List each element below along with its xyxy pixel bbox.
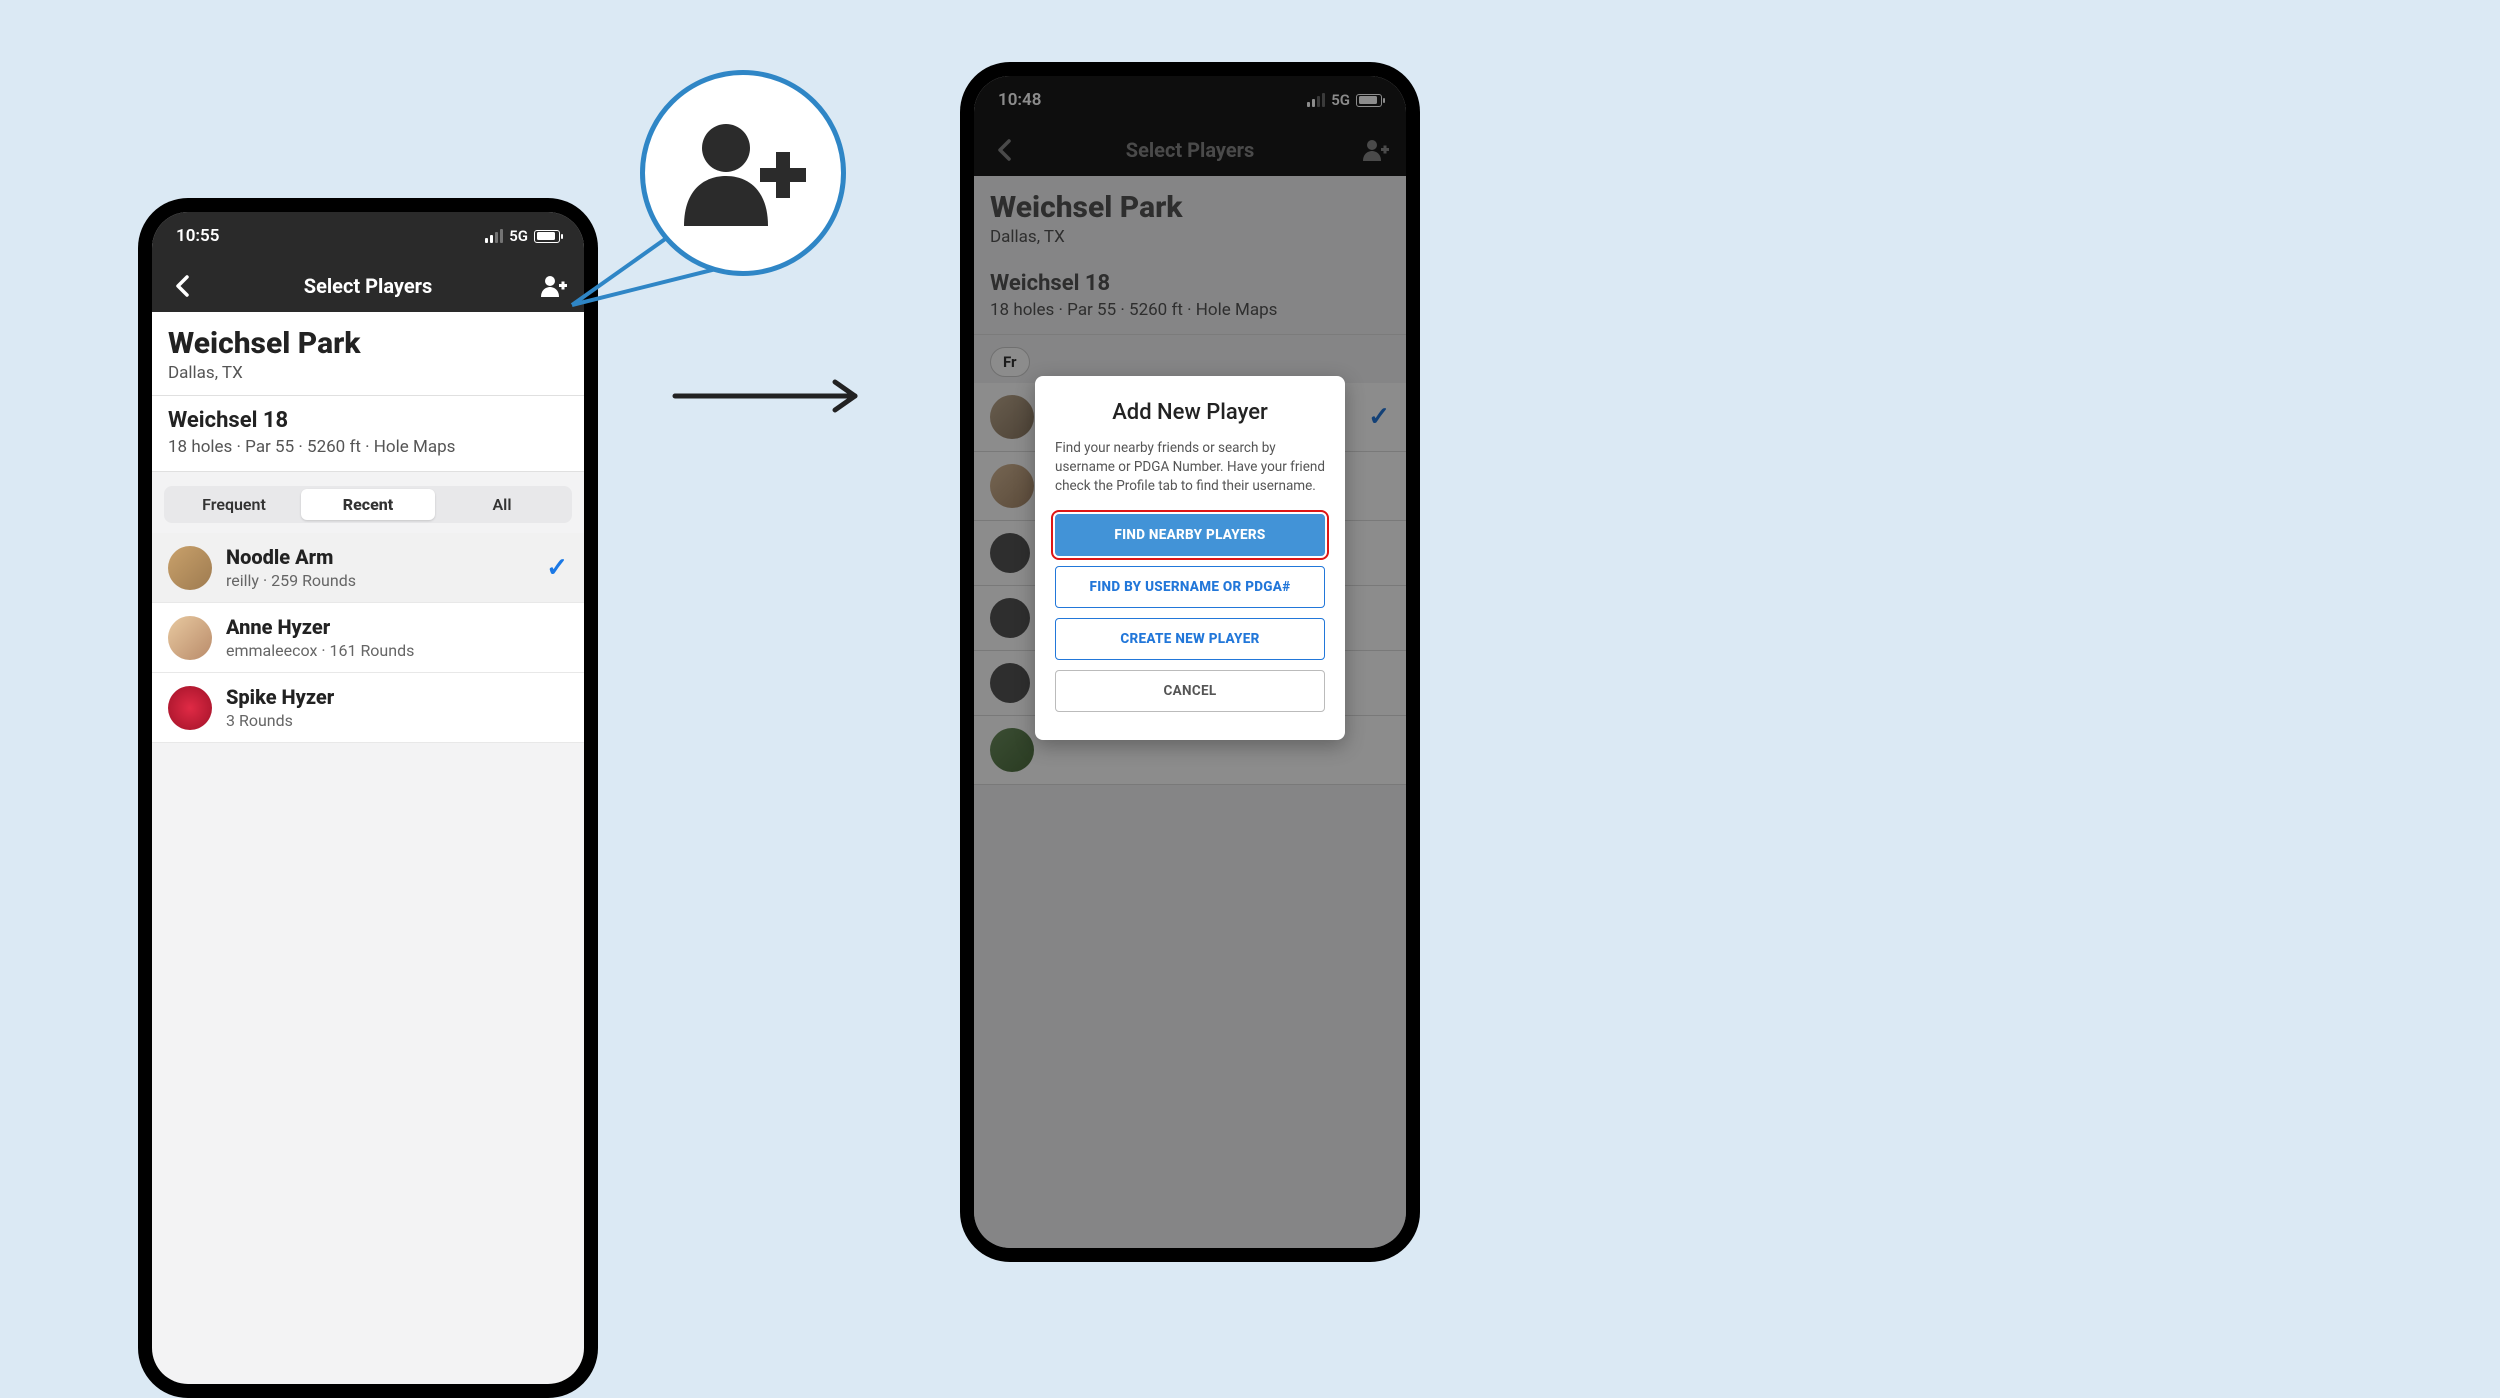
person-add-icon [678,118,808,228]
tab-all[interactable]: All [435,489,569,520]
status-net: 5G [509,227,528,245]
course-block: Weichsel Park Dallas, TX [152,312,584,396]
layout-name: Weichsel 18 [168,408,568,433]
screen-left: 10:55 5G Select Players Weic [152,212,584,1384]
modal-description: Find your nearby friends or search by us… [1055,439,1325,496]
layout-block[interactable]: Weichsel 18 18 holes · Par 55 · 5260 ft … [152,396,584,472]
status-time: 10:55 [176,226,219,246]
status-right: 5G [485,227,560,245]
player-name: Anne Hyzer [226,615,568,639]
find-by-username-button[interactable]: FIND BY USERNAME OR PDGA# [1055,566,1325,608]
cancel-button[interactable]: CANCEL [1055,670,1325,712]
player-row[interactable]: Anne Hyzer emmaleecox · 161 Rounds [152,603,584,673]
avatar [168,616,212,660]
player-row[interactable]: Noodle Arm reilly · 259 Rounds ✓ [152,533,584,603]
check-icon: ✓ [546,553,568,583]
tab-frequent[interactable]: Frequent [167,489,301,520]
segmented-control-wrap: Frequent Recent All [152,472,584,533]
phone-right-frame: 10:48 5G Select Players Weic [960,62,1420,1262]
player-info: Spike Hyzer 3 Rounds [226,685,568,730]
segmented-control: Frequent Recent All [164,486,572,523]
add-player-modal: Add New Player Find your nearby friends … [1035,376,1345,740]
player-info: Noodle Arm reilly · 259 Rounds [226,545,546,590]
course-name: Weichsel Park [168,326,568,361]
layout-meta: 18 holes · Par 55 · 5260 ft · Hole Maps [168,437,568,457]
phone-left-frame: 10:55 5G Select Players Weic [138,198,598,1398]
modal-title: Add New Player [1055,400,1325,425]
player-name: Noodle Arm [226,545,546,569]
battery-icon [534,230,560,243]
status-bar: 10:55 5G [152,212,584,260]
player-meta: emmaleecox · 161 Rounds [226,641,568,660]
screen-right: 10:48 5G Select Players Weic [974,76,1406,1248]
avatar [168,546,212,590]
callout-bubble [640,70,846,276]
player-meta: reilly · 259 Rounds [226,571,546,590]
avatar [168,686,212,730]
player-row[interactable]: Spike Hyzer 3 Rounds [152,673,584,743]
signal-icon [485,229,503,243]
tab-recent[interactable]: Recent [301,489,435,520]
player-name: Spike Hyzer [226,685,568,709]
nav-title: Select Players [304,274,432,298]
nav-bar: Select Players [152,260,584,312]
find-nearby-button[interactable]: FIND NEARBY PLAYERS [1055,514,1325,556]
player-info: Anne Hyzer emmaleecox · 161 Rounds [226,615,568,660]
back-button[interactable] [166,275,198,297]
arrow-icon [670,376,880,416]
create-new-player-button[interactable]: CREATE NEW PLAYER [1055,618,1325,660]
course-location: Dallas, TX [168,363,568,383]
player-meta: 3 Rounds [226,711,568,730]
